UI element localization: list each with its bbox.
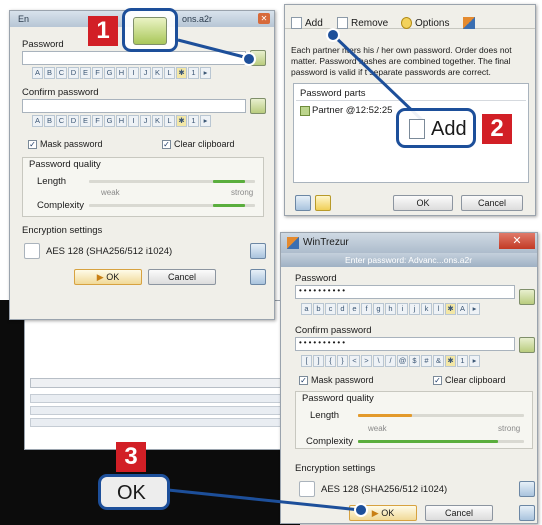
callout-1-number: 1 [88,16,118,46]
callout-3-label: OK [117,482,146,504]
callout-3-number: 3 [116,442,146,472]
connector-1 [177,38,249,60]
callout-2-label: Add [431,118,467,140]
callout-2-number: 2 [482,114,512,144]
connector-3-end-dot [354,503,368,517]
callout-2-box: Add [396,108,476,148]
callout-1-box [122,8,178,52]
key-generate-icon-large [133,17,167,45]
connector-3 [167,488,361,512]
add-doc-icon-large [409,119,425,139]
callout-connectors [167,33,424,512]
callout-3-box: OK [98,474,170,510]
connector-1-end-dot [242,52,256,66]
connector-2-start-dot [326,28,340,42]
